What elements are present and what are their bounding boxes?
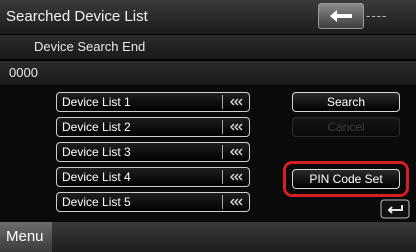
device-list-item-5[interactable]: Device List 5 [56,192,250,212]
device-list-item-label: Device List 1 [62,95,131,109]
device-list-item-4[interactable]: Device List 4 [56,167,250,187]
device-list-item-label: Device List 2 [62,120,131,134]
device-list-item-label: Device List 3 [62,145,131,159]
menu-button[interactable]: Menu [0,222,52,252]
signal-icon [230,173,243,181]
signal-icon [230,148,243,156]
signal-icon [230,123,243,131]
search-status-text: Device Search End [34,39,146,54]
signal-icon [230,98,243,106]
title-bar: Searched Device List ---- [0,0,416,34]
cancel-button[interactable]: Cancel [292,117,400,137]
back-arrow-icon [330,10,352,22]
back-button[interactable] [318,3,364,29]
device-list-item-label: Device List 4 [62,170,131,184]
device-list-item-1[interactable]: Device List 1 [56,92,250,112]
pin-bar: 0000 [0,61,416,85]
pin-code-value: 0000 [9,65,38,80]
return-button[interactable] [378,198,412,220]
device-list-item-label: Device List 5 [62,195,131,209]
signal-icon [230,198,243,206]
device-list-item-3[interactable]: Device List 3 [56,142,250,162]
page-title: Searched Device List [6,8,148,25]
pin-code-set-button[interactable]: PIN Code Set [292,169,400,189]
device-list-item-2[interactable]: Device List 2 [56,117,250,137]
status-bar: Device Search End [0,35,416,59]
clock-display: ---- [366,8,388,23]
return-icon [380,199,410,219]
menu-bar: Menu [0,222,416,252]
search-button[interactable]: Search [292,92,400,112]
